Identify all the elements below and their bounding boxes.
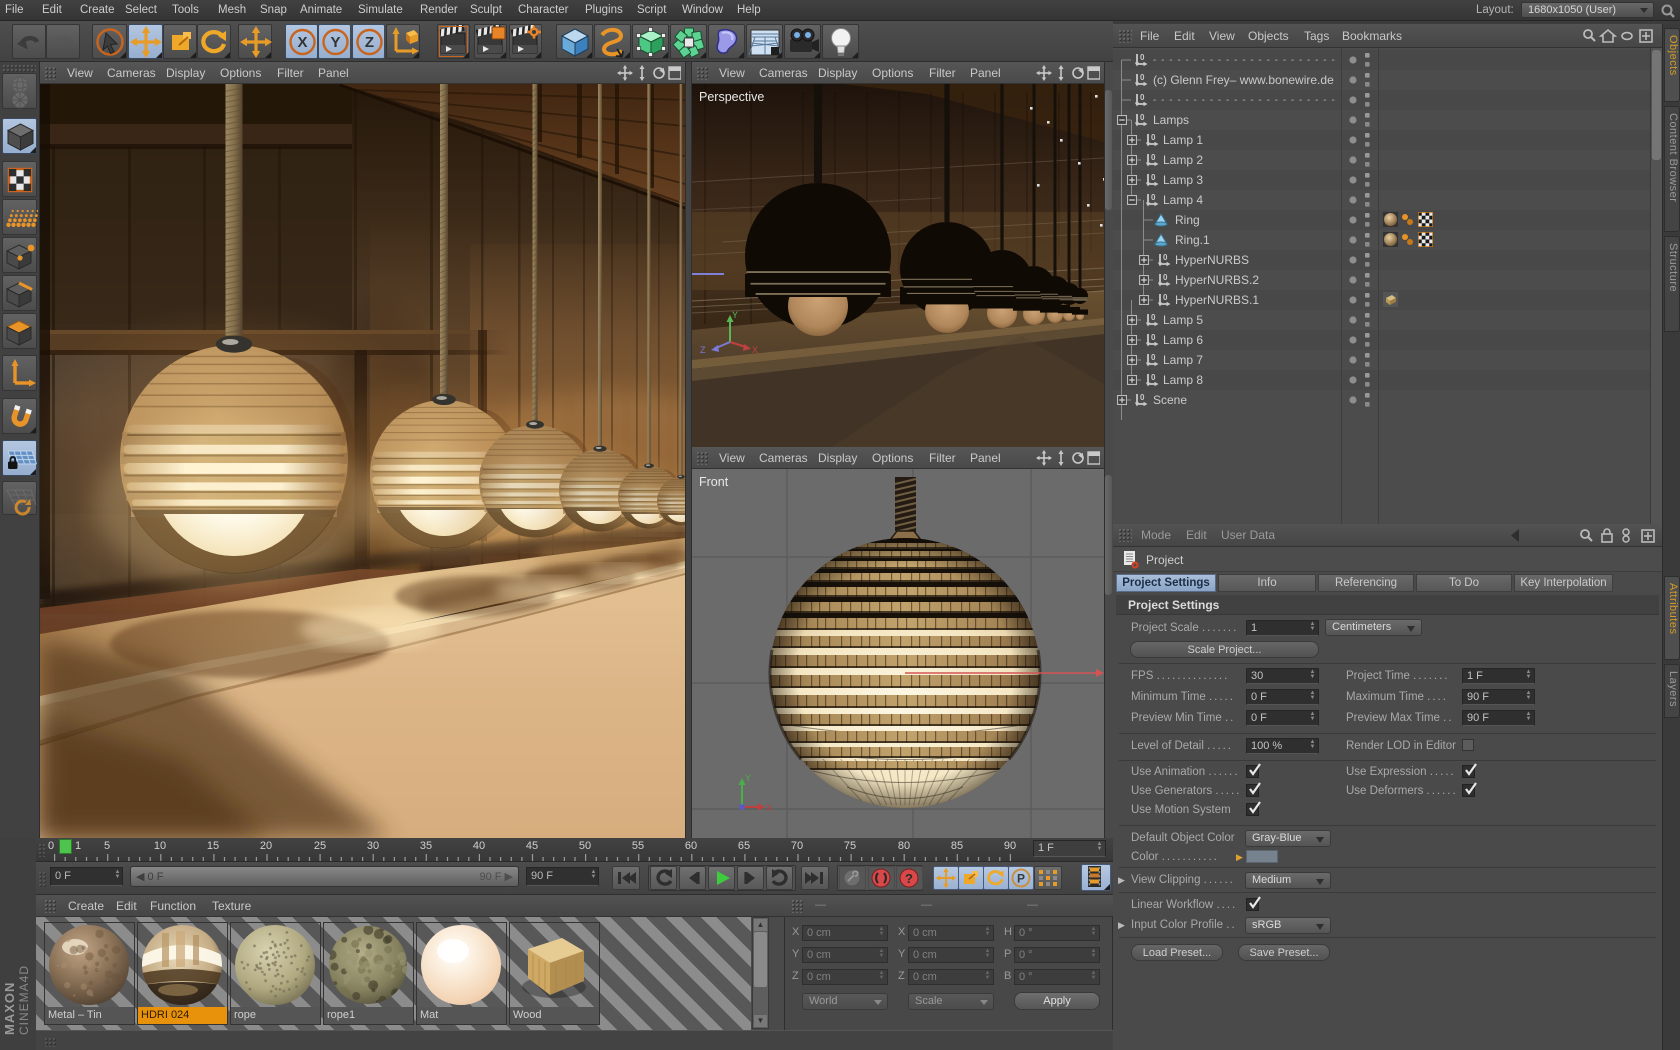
svg-text:Y: Y <box>330 34 340 51</box>
svg-text:Y: Y <box>745 773 751 783</box>
svg-text:0: 0 <box>1151 153 1156 162</box>
svg-text:Z: Z <box>365 34 374 51</box>
svg-text:0: 0 <box>1151 313 1156 322</box>
svg-text:Z: Z <box>700 345 706 355</box>
svg-text:0: 0 <box>1140 393 1145 402</box>
svg-text:0: 0 <box>1163 273 1168 282</box>
svg-text:0: 0 <box>1163 253 1168 262</box>
svg-text:0: 0 <box>1151 173 1156 182</box>
svg-text:X: X <box>297 34 307 51</box>
svg-text:0: 0 <box>1151 133 1156 142</box>
svg-text:Perspective: Perspective <box>699 90 764 104</box>
svg-text:0: 0 <box>1151 373 1156 382</box>
svg-text:X: X <box>752 345 758 355</box>
svg-text:X: X <box>766 803 772 813</box>
svg-text:0: 0 <box>1151 353 1156 362</box>
svg-text:0: 0 <box>1140 73 1145 82</box>
svg-text:Front: Front <box>699 475 729 489</box>
svg-text:0: 0 <box>1140 113 1145 122</box>
svg-text:0: 0 <box>1140 53 1145 62</box>
svg-text:0: 0 <box>1151 333 1156 342</box>
svg-text:P: P <box>1017 872 1025 886</box>
svg-text:?: ? <box>905 871 913 886</box>
svg-text:0: 0 <box>1163 293 1168 302</box>
svg-text:Y: Y <box>732 310 738 320</box>
svg-text:0: 0 <box>1151 193 1156 202</box>
svg-text:0: 0 <box>1140 93 1145 102</box>
